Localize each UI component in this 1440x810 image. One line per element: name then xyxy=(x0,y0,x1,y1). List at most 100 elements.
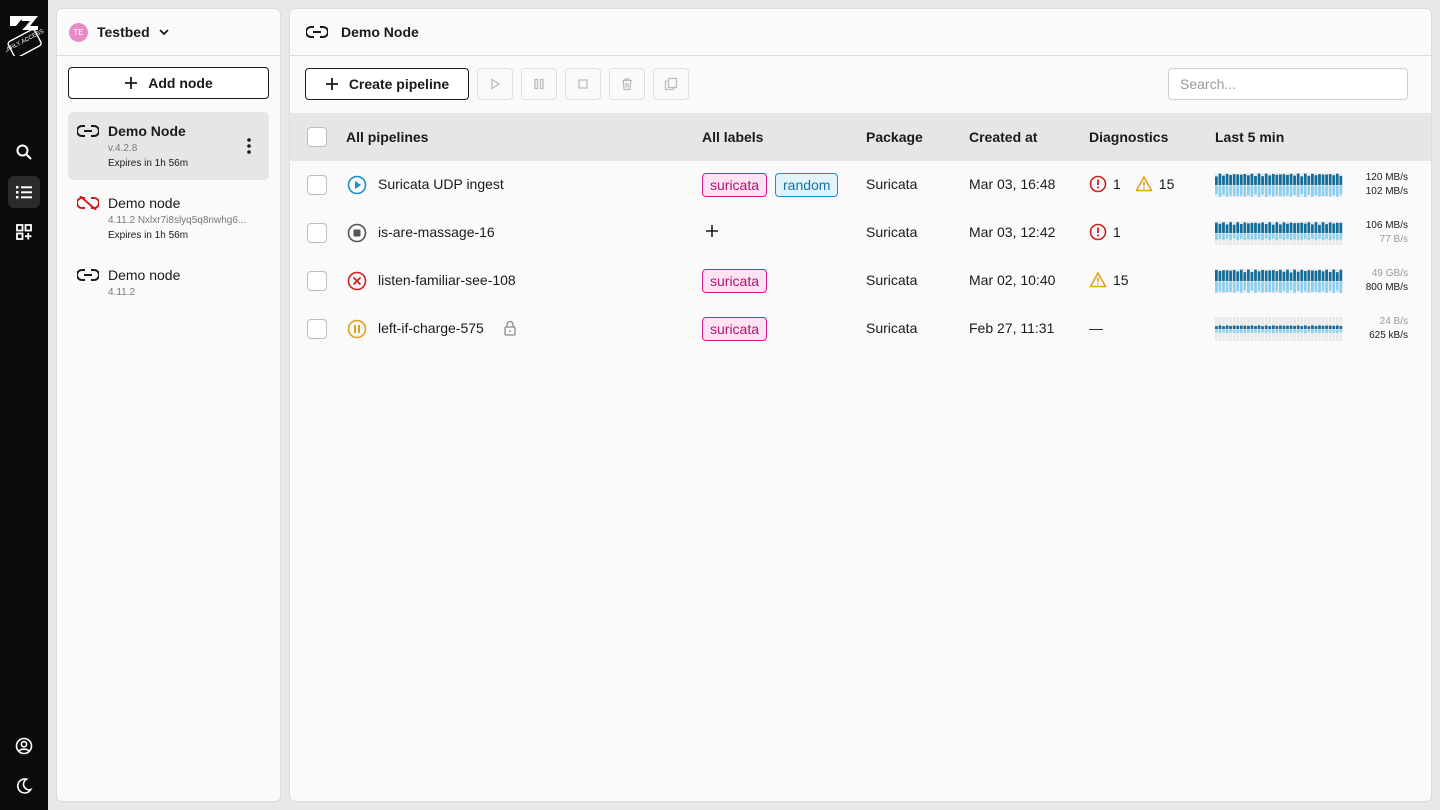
spark-bar-out xyxy=(1279,329,1282,333)
spark-bar-in xyxy=(1232,269,1236,281)
create-pipeline-button[interactable]: Create pipeline xyxy=(305,68,469,100)
pipeline-name[interactable]: Suricata UDP ingest xyxy=(378,176,504,192)
spark-bar-in xyxy=(1264,173,1268,185)
spark-bar-in xyxy=(1243,222,1247,233)
search-input[interactable] xyxy=(1168,68,1408,100)
spark-bar-out xyxy=(1222,233,1225,241)
spark-bar-out xyxy=(1311,281,1314,293)
col-last-5-min[interactable]: Last 5 min xyxy=(1215,129,1284,145)
table-row[interactable]: Suricata UDP ingest suricata random Suri… xyxy=(290,161,1431,209)
node-name: Demo node xyxy=(108,195,181,211)
spark-bar-out xyxy=(1325,185,1328,196)
node-expiry: Expires in 1h 56m xyxy=(108,158,189,169)
add-node-button[interactable]: Add node xyxy=(68,67,269,99)
node-item[interactable]: Demo Node v.4.2.8 Expires in 1h 56m xyxy=(68,112,269,180)
spark-bar-out xyxy=(1339,185,1343,195)
spark-bar-out xyxy=(1335,281,1339,291)
label-tag[interactable]: suricata xyxy=(702,269,768,293)
select-all-checkbox[interactable] xyxy=(307,127,327,147)
diagnostics[interactable]: 1 xyxy=(1089,223,1121,241)
spark-bar-in xyxy=(1279,174,1282,185)
col-pipelines-filter[interactable]: All pipelines xyxy=(346,129,428,145)
spark-bar-out xyxy=(1311,185,1314,197)
col-created-at[interactable]: Created at xyxy=(969,129,1037,145)
spark-bar-in xyxy=(1225,325,1229,329)
pause-button[interactable] xyxy=(521,68,557,100)
node-item[interactable]: Demo node 4.11.2 Nxlxr7i8slyq5q8nwhg6...… xyxy=(68,184,269,252)
col-diagnostics[interactable]: Diagnostics xyxy=(1089,129,1168,145)
spark-bar-in xyxy=(1243,272,1247,281)
spark-bar-out xyxy=(1300,329,1304,333)
theme-toggle[interactable] xyxy=(8,770,40,802)
rate-out: 800 MB/s xyxy=(1365,282,1408,293)
spark-bar-out xyxy=(1218,281,1222,292)
add-label-icon[interactable] xyxy=(704,223,720,239)
spark-bar-in xyxy=(1236,271,1240,281)
spark-bar-in xyxy=(1232,174,1236,185)
spark-bar-in xyxy=(1296,223,1300,233)
spark-bar-in xyxy=(1307,270,1311,281)
label-tag[interactable]: random xyxy=(775,173,839,197)
table-row[interactable]: is-are-massage-16 Suricata Mar 03, 12:42… xyxy=(290,209,1431,257)
pipeline-name[interactable]: left-if-charge-575 xyxy=(378,320,484,336)
duplicate-button[interactable] xyxy=(653,68,689,100)
node-item[interactable]: Demo node 4.11.2 xyxy=(68,256,269,324)
rate-out: 77 B/s xyxy=(1379,234,1408,245)
spark-bar-out xyxy=(1243,329,1247,333)
workspace-avatar: TE xyxy=(69,22,88,42)
spark-bar-in xyxy=(1264,224,1268,233)
row-checkbox[interactable] xyxy=(307,175,327,195)
spark-bar-out xyxy=(1318,281,1321,293)
account-button[interactable] xyxy=(8,730,40,762)
row-checkbox[interactable] xyxy=(307,319,327,339)
spark-bar-out xyxy=(1218,185,1222,197)
spark-bar-out xyxy=(1307,329,1311,333)
spark-bar-in xyxy=(1271,224,1275,233)
throughput-sparkline xyxy=(1215,221,1343,245)
spark-bar-out xyxy=(1239,281,1243,293)
running-status-icon xyxy=(347,175,367,195)
pipeline-name[interactable]: listen-familiar-see-108 xyxy=(378,272,516,288)
col-labels-filter[interactable]: All labels xyxy=(702,129,763,145)
search-nav-button[interactable] xyxy=(8,136,40,168)
spark-bar-out xyxy=(1215,185,1218,195)
pipeline-name[interactable]: is-are-massage-16 xyxy=(378,224,495,240)
spark-bar-out xyxy=(1289,185,1293,197)
col-package[interactable]: Package xyxy=(866,129,923,145)
trash-icon xyxy=(622,78,632,91)
spark-bar-out xyxy=(1261,233,1264,240)
spark-bar-out xyxy=(1222,329,1225,333)
diagnostics[interactable]: 1 15 xyxy=(1089,175,1174,193)
spark-bar-in xyxy=(1268,222,1272,233)
spark-bar-out xyxy=(1296,185,1300,197)
spark-bar-in xyxy=(1282,271,1286,281)
apps-icon xyxy=(16,224,32,240)
delete-button[interactable] xyxy=(609,68,645,100)
stop-button[interactable] xyxy=(565,68,601,100)
label-tag[interactable]: suricata xyxy=(702,317,768,341)
spark-bar-out xyxy=(1254,233,1257,240)
workspace-selector[interactable]: TE Testbed xyxy=(57,9,280,56)
label-tag[interactable]: suricata xyxy=(702,173,768,197)
spark-bar-out xyxy=(1318,185,1321,197)
spark-bar-in xyxy=(1286,223,1289,233)
start-button[interactable] xyxy=(477,68,513,100)
node-name: Demo node xyxy=(108,267,181,283)
spark-bar-out xyxy=(1293,281,1296,293)
row-checkbox[interactable] xyxy=(307,271,327,291)
table-row[interactable]: listen-familiar-see-108 suricata Suricat… xyxy=(290,257,1431,305)
spark-bar-in xyxy=(1325,224,1328,233)
spark-bar-in xyxy=(1247,269,1250,281)
spark-bar-out xyxy=(1303,281,1307,292)
spark-bar-in xyxy=(1271,325,1275,329)
more-vertical-icon[interactable] xyxy=(241,136,257,156)
pipelines-nav-button[interactable] xyxy=(8,176,40,208)
workspace-name: Testbed xyxy=(97,24,150,40)
diagnostics[interactable]: 15 xyxy=(1089,271,1129,289)
table-row[interactable]: left-if-charge-575 suricata Suricata Feb… xyxy=(290,305,1431,353)
spark-bar-out xyxy=(1335,233,1339,240)
row-checkbox[interactable] xyxy=(307,223,327,243)
spark-bar-in xyxy=(1311,224,1314,233)
app-logo[interactable]: EARLY ACCESS xyxy=(6,12,46,56)
apps-nav-button[interactable] xyxy=(8,216,40,248)
